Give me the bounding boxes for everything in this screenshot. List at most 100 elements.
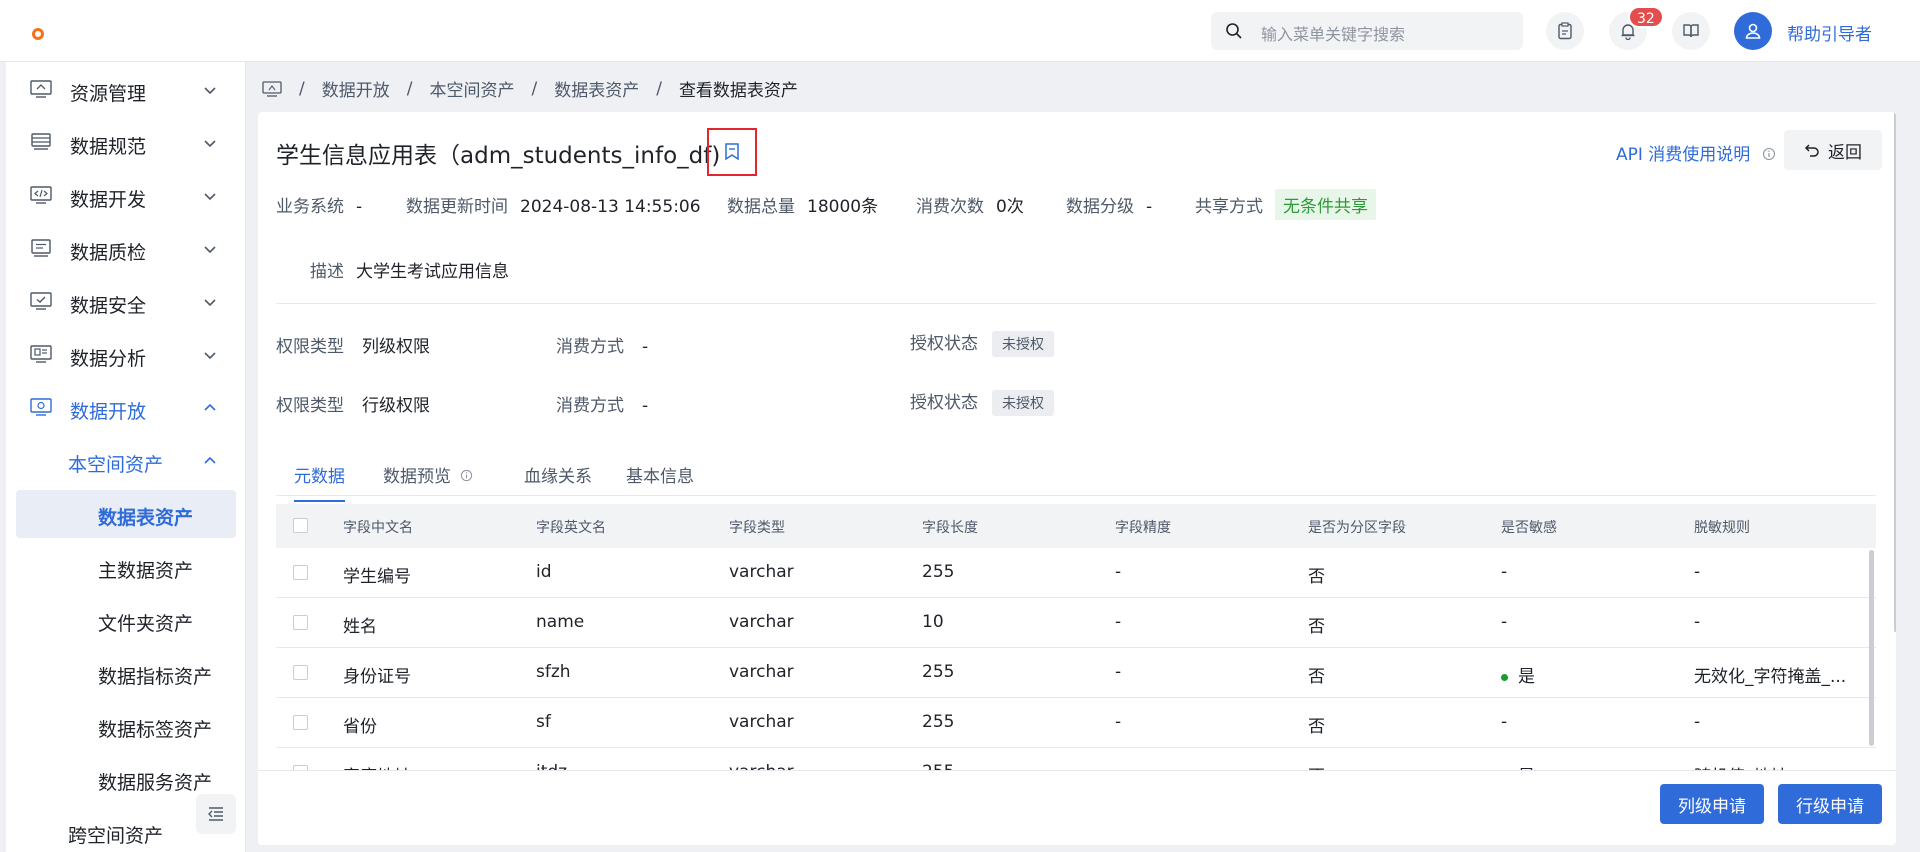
sidebar-group-local-assets[interactable]: 本空间资产: [6, 437, 245, 485]
row-checkbox[interactable]: [293, 615, 308, 630]
document-icon: [31, 239, 51, 257]
meta-key: 数据总量: [727, 197, 795, 217]
sidebar-item-master-data-assets[interactable]: 主数据资产: [16, 543, 236, 591]
row-checkbox[interactable]: [293, 665, 308, 680]
column-apply-button[interactable]: 列级申请: [1660, 784, 1764, 824]
avatar[interactable]: [1734, 12, 1772, 50]
collapse-sidebar-button[interactable]: [196, 794, 236, 834]
meta-level: 数据分级 -: [1066, 192, 1152, 217]
sidebar-item-metric-assets[interactable]: 数据指标资产: [16, 649, 236, 697]
row-apply-button[interactable]: 行级申请: [1778, 784, 1882, 824]
bookmark-icon: [725, 143, 739, 161]
user-icon: [1745, 23, 1761, 39]
sidebar-item-analysis[interactable]: 数据分析: [6, 331, 245, 379]
cell-precision: -: [1115, 612, 1122, 632]
meta-value: 0次: [996, 197, 1024, 217]
row-checkbox[interactable]: [293, 565, 308, 580]
cell-mask-rule: -: [1694, 612, 1701, 632]
sidebar-item-development[interactable]: 数据开发: [6, 172, 245, 220]
sidebar-item-table-assets[interactable]: 数据表资产: [16, 490, 236, 538]
perm-value: 行级权限: [362, 396, 430, 416]
meta-update-time: 数据更新时间 2024-08-13 14:55:06: [406, 192, 701, 217]
docs-button[interactable]: [1672, 12, 1710, 50]
sidebar-item-standards[interactable]: 数据规范: [6, 119, 245, 167]
tab-basic-info[interactable]: 基本信息: [626, 462, 694, 502]
cell-en-name: sfzh: [536, 662, 571, 682]
sidebar-item-folder-assets[interactable]: 文件夹资产: [16, 596, 236, 644]
chevron-down-icon: [204, 246, 216, 254]
sidebar-item-security[interactable]: 数据安全: [6, 278, 245, 326]
meta-value: 2024-08-13 14:55:06: [520, 197, 701, 217]
tab-metadata[interactable]: 元数据: [294, 462, 345, 502]
table-scrollbar[interactable]: [1869, 550, 1874, 746]
logo-icon[interactable]: [32, 28, 44, 40]
bookmark-button[interactable]: [707, 128, 757, 176]
sidebar-item-label: 数据表资产: [98, 507, 194, 529]
guide-user-link[interactable]: 帮助引导者: [1787, 20, 1872, 45]
table-row[interactable]: 姓名 name varchar 10 - 否 - -: [276, 598, 1876, 648]
cell-precision: -: [1115, 712, 1122, 732]
monitor-icon: [30, 80, 52, 98]
table-row[interactable]: 省份 sf varchar 255 - 否 - -: [276, 698, 1876, 748]
column-header: 字段精度: [1115, 520, 1171, 536]
cell-sensitive: -: [1501, 562, 1508, 582]
api-usage-label: API 消费使用说明: [1616, 145, 1751, 165]
share-screen-icon: [30, 398, 52, 416]
perm-key: 消费方式: [556, 396, 624, 416]
tab-data-preview[interactable]: 数据预览: [383, 462, 473, 502]
breadcrumb-separator: /: [406, 78, 413, 99]
info-icon: [1762, 147, 1775, 161]
page-scrollbar[interactable]: [1894, 112, 1896, 632]
sidebar-item-tag-assets[interactable]: 数据标签资产: [16, 702, 236, 750]
chevron-down-icon: [204, 193, 216, 201]
breadcrumb-separator: /: [531, 78, 538, 99]
cell-length: 255: [922, 712, 955, 732]
breadcrumb-item[interactable]: 本空间资产: [429, 76, 514, 101]
breadcrumb-item[interactable]: 数据开放: [322, 76, 390, 101]
cell-sensitive: -: [1501, 612, 1508, 632]
cell-cn-name: 身份证号: [343, 667, 411, 687]
permission-auth-status: 授权状态 未授权: [910, 388, 1054, 416]
sidebar-item-label: 数据安全: [70, 295, 147, 317]
sidebar-item-quality[interactable]: 数据质检: [6, 225, 245, 273]
column-header: 字段英文名: [536, 520, 606, 536]
cell-type: varchar: [729, 612, 794, 632]
cell-type: varchar: [729, 712, 794, 732]
sidebar-item-label: 资源管理: [70, 83, 147, 105]
search-box[interactable]: 输入菜单关键字搜索: [1211, 12, 1523, 50]
task-button[interactable]: [1546, 12, 1584, 50]
meta-total: 数据总量 18000条: [727, 192, 878, 217]
perm-value: 列级权限: [362, 337, 430, 357]
api-usage-link[interactable]: API 消费使用说明: [1616, 140, 1776, 165]
action-footer: [258, 770, 1896, 845]
home-screen-icon[interactable]: [262, 80, 282, 97]
cell-mask-rule: -: [1694, 562, 1701, 582]
permission-type: 权限类型 列级权限: [276, 332, 430, 357]
sidebar-item-label: 数据开发: [70, 189, 147, 211]
breadcrumb: / 数据开放 / 本空间资产 / 数据表资产 / 查看数据表资产: [262, 76, 798, 101]
notification-badge: 32: [1628, 6, 1664, 28]
sidebar-group-label: 本空间资产: [68, 454, 164, 476]
meta-value: -: [356, 197, 363, 217]
sidebar-item-open-data[interactable]: 数据开放: [6, 384, 245, 432]
sidebar-item-resources[interactable]: 资源管理: [6, 66, 245, 114]
tab-lineage[interactable]: 血缘关系: [524, 462, 592, 502]
table-row[interactable]: 身份证号 sfzh varchar 255 - 否 是 无效化_字符掩盖_...: [276, 648, 1876, 698]
cell-cn-name: 姓名: [343, 617, 377, 637]
select-all-checkbox[interactable]: [293, 518, 308, 533]
cell-mask-rule: -: [1694, 712, 1701, 732]
top-bar: 输入菜单关键字搜索 32 帮助引导者: [0, 0, 1920, 62]
breadcrumb-item[interactable]: 数据表资产: [554, 76, 639, 101]
tab-label: 数据预览: [383, 467, 451, 487]
row-checkbox[interactable]: [293, 715, 308, 730]
sidebar-item-label: 数据质检: [70, 242, 147, 264]
back-button[interactable]: 返回: [1784, 130, 1882, 170]
perm-key: 权限类型: [276, 337, 344, 357]
metadata-table: 字段中文名 字段英文名 字段类型 字段长度 字段精度 是否为分区字段 是否敏感 …: [276, 504, 1876, 784]
sidebar-item-label: 文件夹资产: [98, 613, 194, 635]
sidebar-item-label: 数据标签资产: [98, 719, 213, 741]
perm-value: -: [642, 396, 649, 416]
table-row[interactable]: 学生编号 id varchar 255 - 否 - -: [276, 548, 1876, 598]
chevron-down-icon: [204, 352, 216, 360]
column-header: 字段类型: [729, 520, 785, 536]
